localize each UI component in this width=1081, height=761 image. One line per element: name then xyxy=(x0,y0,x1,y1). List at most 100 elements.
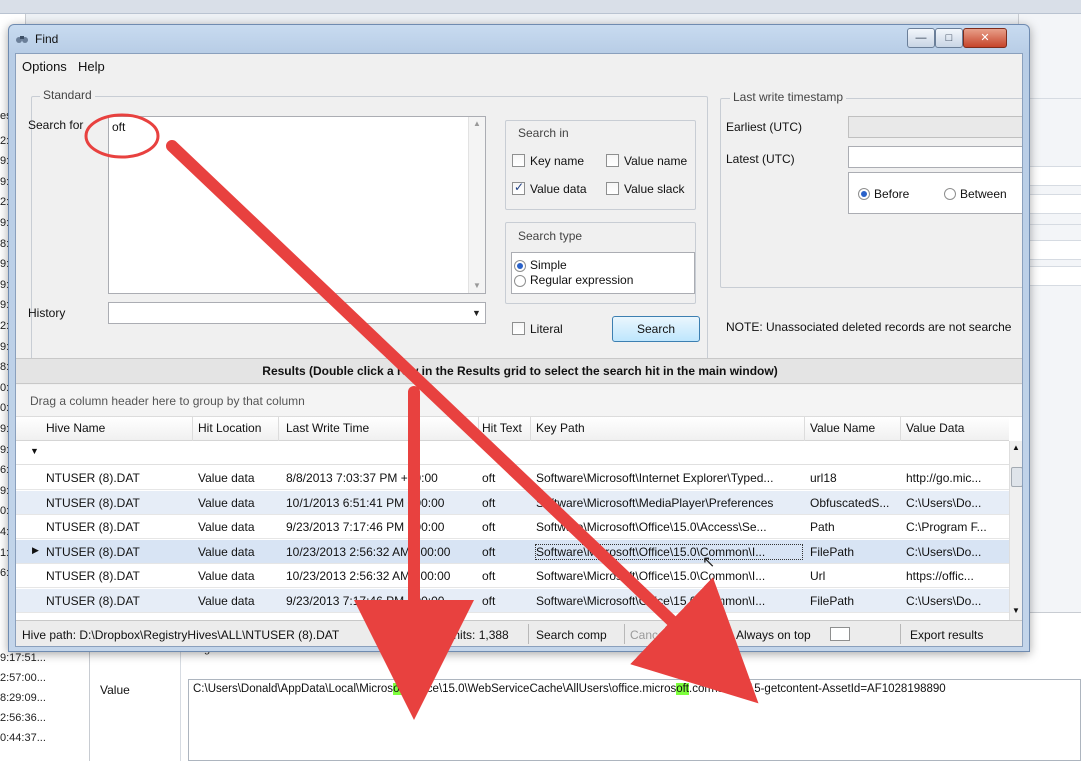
between-label: Between xyxy=(960,187,1007,201)
value-seg-3: .com\client-15-getcontent-AssetId=AF1028… xyxy=(689,683,946,695)
table-cell: Value data xyxy=(198,593,255,608)
table-cell: Software\Microsoft\Internet Explorer\Typ… xyxy=(536,471,774,485)
literal-checkbox[interactable] xyxy=(512,322,525,335)
group-by-hint[interactable]: Drag a column header here to group by th… xyxy=(16,385,1022,417)
search-for-label: Search for xyxy=(28,118,84,132)
column-header-value-name[interactable]: Value Name xyxy=(810,421,875,435)
table-row[interactable]: NTUSER (8).DAT Value data 10/23/2013 2:56:… xyxy=(16,564,1009,588)
table-cell: Value data xyxy=(198,520,255,534)
search-button[interactable]: Search xyxy=(612,316,700,342)
table-cell: ObfuscatedS... xyxy=(810,495,890,510)
latest-input[interactable] xyxy=(848,146,1022,168)
value-name-checkbox[interactable] xyxy=(606,154,619,167)
value-data-checkbox[interactable] xyxy=(512,180,525,195)
background-app-toolbar xyxy=(0,0,1081,14)
filter-row[interactable]: ▼ xyxy=(16,442,1009,465)
column-header-key-path[interactable]: Key Path xyxy=(536,421,585,435)
search-text-value: oft xyxy=(112,120,126,134)
key-name-checkbox[interactable] xyxy=(512,154,525,167)
menu-options[interactable]: Options xyxy=(22,59,67,74)
between-radio[interactable] xyxy=(944,188,956,200)
maximize-button[interactable]: □ xyxy=(935,28,963,48)
table-row[interactable]: ▶ NTUSER (8).DAT Value data 10/23/2013 2:56… xyxy=(16,539,1009,564)
before-radio[interactable] xyxy=(858,188,870,200)
table-cell: 10/23/2013 2:56:32 AM +00:00 xyxy=(286,569,451,583)
table-cell: NTUSER (8).DAT xyxy=(46,593,140,608)
regex-radio[interactable] xyxy=(514,275,526,287)
background-time-row: 0:44:37... xyxy=(0,732,46,744)
always-on-top-toggle[interactable] xyxy=(830,627,850,641)
scroll-up-icon[interactable]: ▲ xyxy=(1012,443,1020,452)
value-highlight-1: oft xyxy=(393,683,406,695)
history-combobox[interactable] xyxy=(108,302,486,324)
background-time-row: 9:17:51... xyxy=(0,652,46,664)
filter-icon[interactable]: ▼ xyxy=(30,446,39,456)
simple-radio[interactable] xyxy=(514,260,526,272)
menu-help[interactable]: Help xyxy=(78,59,105,74)
close-button[interactable]: ✕ xyxy=(963,28,1007,48)
current-row-icon: ▶ xyxy=(32,544,39,555)
scroll-down-icon[interactable]: ▼ xyxy=(1012,606,1020,615)
results-header: Results (Double click a row in the Resul… xyxy=(16,358,1022,384)
grid-scrollbar[interactable]: ▲ ▼ xyxy=(1009,441,1022,620)
dialog-client-area: Options Help Standard Search for oft ▲ ▼… xyxy=(15,53,1023,647)
search-in-title: Search in xyxy=(518,126,569,140)
key-name-label: Key name xyxy=(530,154,585,168)
table-cell: C:\Users\Do... xyxy=(906,544,982,559)
table-cell: https://offic... xyxy=(906,569,974,583)
table-cell: Software\Microsoft\Office\15.0\Common\I.… xyxy=(536,569,766,583)
background-time-row: 8:29:09... xyxy=(0,692,46,704)
chevron-down-icon[interactable]: ▼ xyxy=(468,303,485,323)
table-cell: oft xyxy=(482,471,496,485)
table-row[interactable]: NTUSER (8).DAT Value data 8/8/2013 7:03:37… xyxy=(16,466,1009,490)
grid-header-row: Hive Name Hit Location Last Write Time H… xyxy=(16,417,1009,441)
table-cell: 10/23/2013 2:56:32 AM +00:00 xyxy=(286,544,451,559)
column-header-last-write[interactable]: Last Write Time xyxy=(286,421,369,435)
table-cell: 9/23/2013 7:17:46 PM +00:00 xyxy=(286,593,445,608)
background-value-label: Value xyxy=(100,683,130,697)
table-row[interactable]: NTUSER (8).DAT Value data 9/23/2013 7:17:4… xyxy=(16,515,1009,539)
value-slack-checkbox[interactable] xyxy=(606,182,619,195)
table-cell: url18 xyxy=(810,471,837,485)
table-cell: C:\Users\Do... xyxy=(906,593,982,608)
table-row[interactable]: NTUSER (8).DAT Value data 10/1/2013 6:51:4… xyxy=(16,490,1009,515)
table-cell: Path xyxy=(810,520,835,534)
table-cell: Software\Microsoft\MediaPlayer\Preferenc… xyxy=(536,495,774,510)
menu-bar: Options Help xyxy=(16,54,1022,78)
export-results-button[interactable]: Export results xyxy=(910,628,983,642)
cancel-search-button[interactable]: Cancel search xyxy=(630,628,707,642)
search-type-title: Search type xyxy=(518,229,583,243)
column-header-hit-text[interactable]: Hit Text xyxy=(482,421,522,435)
hive-path-status: Hive path: D:\Dropbox\RegistryHives\ALL\… xyxy=(22,628,340,642)
table-cell: oft xyxy=(482,593,496,608)
table-cell: Value data xyxy=(198,471,255,485)
scroll-thumb[interactable] xyxy=(1011,467,1022,487)
find-dialog: Find — □ ✕ Options Help Standard Search … xyxy=(8,24,1030,652)
value-seg-2: \Office\15.0\WebServiceCache\AllUsers\of… xyxy=(405,683,677,695)
column-header-hit-location[interactable]: Hit Location xyxy=(198,421,261,435)
window-title: Find xyxy=(35,32,59,46)
table-cell: NTUSER (8).DAT xyxy=(46,495,140,510)
table-row[interactable]: NTUSER (8).DAT Value data 9/23/2013 7:17:4… xyxy=(16,588,1009,613)
value-slack-label: Value slack xyxy=(624,182,685,196)
table-cell: http://go.mic... xyxy=(906,471,982,485)
column-header-hive-name[interactable]: Hive Name xyxy=(46,421,105,435)
minimize-button[interactable]: — xyxy=(907,28,935,48)
table-cell: NTUSER (8).DAT xyxy=(46,544,140,559)
table-cell: Value data xyxy=(198,569,255,583)
search-textarea[interactable] xyxy=(108,116,486,294)
table-cell: oft xyxy=(482,569,496,583)
table-cell: oft xyxy=(482,520,496,534)
latest-label: Latest (UTC) xyxy=(726,152,795,166)
column-header-value-data[interactable]: Value Data xyxy=(906,421,964,435)
earliest-input[interactable] xyxy=(848,116,1022,138)
results-grid: Hive Name Hit Location Last Write Time H… xyxy=(16,417,1022,620)
title-bar[interactable]: Find — □ ✕ xyxy=(9,25,1029,53)
mouse-cursor-icon: ↖ xyxy=(702,554,716,571)
table-cell: NTUSER (8).DAT xyxy=(46,520,140,534)
table-cell: oft xyxy=(482,495,496,510)
textarea-scrollbar[interactable]: ▲ ▼ xyxy=(468,117,485,293)
history-label: History xyxy=(28,306,66,320)
simple-label: Simple xyxy=(530,258,567,272)
value-name-label: Value name xyxy=(624,154,688,168)
